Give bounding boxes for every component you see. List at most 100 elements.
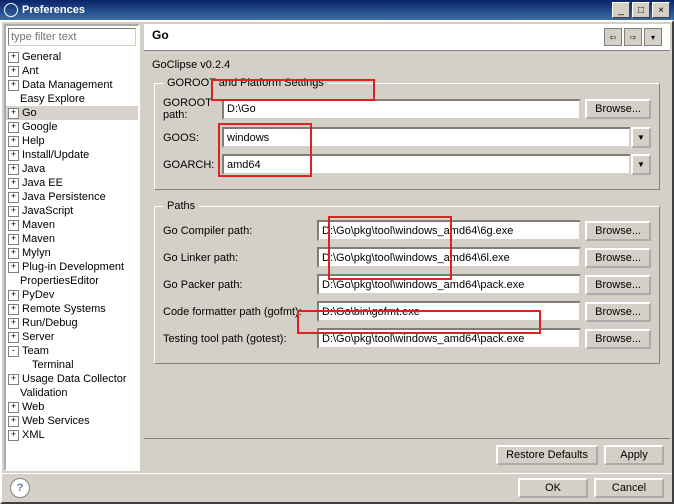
expand-icon[interactable]: + <box>8 192 19 203</box>
tree-label: Ant <box>22 65 39 77</box>
tree-node-remote-systems[interactable]: +Remote Systems <box>6 302 138 316</box>
expand-icon[interactable]: + <box>8 220 19 231</box>
preferences-tree[interactable]: +General+Ant+Data ManagementEasy Explore… <box>6 48 138 469</box>
tree-node-javascript[interactable]: +JavaScript <box>6 204 138 218</box>
gofmt-browse-button[interactable]: Browse... <box>585 302 651 322</box>
tree-node-maven[interactable]: +Maven <box>6 218 138 232</box>
expand-icon[interactable]: + <box>8 150 19 161</box>
tree-node-team[interactable]: -Team <box>6 344 138 358</box>
gotest-input[interactable] <box>317 328 581 349</box>
expand-icon[interactable]: + <box>8 108 19 119</box>
expand-icon[interactable]: + <box>8 66 19 77</box>
expand-icon[interactable]: + <box>8 430 19 441</box>
expand-icon[interactable]: + <box>8 80 19 91</box>
tree-node-validation[interactable]: Validation <box>6 386 138 400</box>
tree-node-easy-explore[interactable]: Easy Explore <box>6 92 138 106</box>
ok-button[interactable]: OK <box>518 478 588 498</box>
linker-input[interactable] <box>317 247 581 268</box>
expand-icon[interactable]: + <box>8 164 19 175</box>
compiler-browse-button[interactable]: Browse... <box>585 221 651 241</box>
expand-icon[interactable]: - <box>8 346 19 357</box>
expand-icon[interactable]: + <box>8 374 19 385</box>
help-button[interactable]: ? <box>10 478 30 498</box>
goarch-dropdown-icon[interactable]: ▼ <box>631 154 651 175</box>
minimize-button[interactable]: _ <box>612 2 630 18</box>
tree-label: Remote Systems <box>22 303 106 315</box>
expand-icon[interactable]: + <box>8 136 19 147</box>
app-icon <box>4 3 18 17</box>
goos-select[interactable] <box>222 127 631 148</box>
expand-icon[interactable]: + <box>8 122 19 133</box>
expand-icon[interactable]: + <box>8 318 19 329</box>
expand-icon[interactable]: + <box>8 402 19 413</box>
compiler-input[interactable] <box>317 220 581 241</box>
packer-browse-button[interactable]: Browse... <box>585 275 651 295</box>
tree-node-plug-in-development[interactable]: +Plug-in Development <box>6 260 138 274</box>
filter-input[interactable] <box>8 28 136 46</box>
tree-node-server[interactable]: +Server <box>6 330 138 344</box>
tree-node-google[interactable]: +Google <box>6 120 138 134</box>
back-button[interactable]: ⇦ <box>604 28 622 46</box>
preferences-tree-panel: +General+Ant+Data ManagementEasy Explore… <box>4 24 140 471</box>
tree-node-run-debug[interactable]: +Run/Debug <box>6 316 138 330</box>
close-button[interactable]: × <box>652 2 670 18</box>
goarch-select[interactable] <box>222 154 631 175</box>
tree-node-go[interactable]: +Go <box>6 106 138 120</box>
tree-node-web-services[interactable]: +Web Services <box>6 414 138 428</box>
tree-node-web[interactable]: +Web <box>6 400 138 414</box>
maximize-button[interactable]: □ <box>632 2 650 18</box>
paths-legend: Paths <box>163 200 199 212</box>
forward-button[interactable]: ⇨ <box>624 28 642 46</box>
gotest-browse-button[interactable]: Browse... <box>585 329 651 349</box>
tree-node-pydev[interactable]: +PyDev <box>6 288 138 302</box>
expand-icon[interactable]: + <box>8 304 19 315</box>
tree-label: Validation <box>20 387 68 399</box>
tree-node-data-management[interactable]: +Data Management <box>6 78 138 92</box>
tree-node-xml[interactable]: +XML <box>6 428 138 442</box>
tree-node-mylyn[interactable]: +Mylyn <box>6 246 138 260</box>
tree-node-help[interactable]: +Help <box>6 134 138 148</box>
linker-browse-button[interactable]: Browse... <box>585 248 651 268</box>
tree-node-propertieseditor[interactable]: PropertiesEditor <box>6 274 138 288</box>
expand-icon <box>8 95 17 104</box>
cancel-button[interactable]: Cancel <box>594 478 664 498</box>
version-label: GoClipse v0.2.4 <box>152 59 662 71</box>
tree-label: Plug-in Development <box>22 261 124 273</box>
expand-icon[interactable]: + <box>8 290 19 301</box>
gofmt-label: Code formatter path (gofmt): <box>163 306 313 318</box>
tree-label: Google <box>22 121 57 133</box>
tree-node-maven[interactable]: +Maven <box>6 232 138 246</box>
tree-node-java[interactable]: +Java <box>6 162 138 176</box>
tree-node-install-update[interactable]: +Install/Update <box>6 148 138 162</box>
packer-input[interactable] <box>317 274 581 295</box>
tree-node-java-persistence[interactable]: +Java Persistence <box>6 190 138 204</box>
expand-icon[interactable]: + <box>8 332 19 343</box>
tree-node-usage-data-collector[interactable]: +Usage Data Collector <box>6 372 138 386</box>
title-bar: Preferences _ □ × <box>0 0 674 20</box>
expand-icon[interactable]: + <box>8 234 19 245</box>
expand-icon[interactable]: + <box>8 262 19 273</box>
goos-dropdown-icon[interactable]: ▼ <box>631 127 651 148</box>
goroot-browse-button[interactable]: Browse... <box>585 99 651 119</box>
gofmt-input[interactable] <box>317 301 581 322</box>
tree-label: Easy Explore <box>20 93 85 105</box>
tree-label: Install/Update <box>22 149 89 161</box>
expand-icon[interactable]: + <box>8 178 19 189</box>
tree-node-java-ee[interactable]: +Java EE <box>6 176 138 190</box>
tree-label: Run/Debug <box>22 317 78 329</box>
tree-node-terminal[interactable]: Terminal <box>6 358 138 372</box>
expand-icon[interactable]: + <box>8 206 19 217</box>
goarch-label: GOARCH: <box>163 159 218 171</box>
apply-button[interactable]: Apply <box>604 445 664 465</box>
tree-node-general[interactable]: +General <box>6 50 138 64</box>
tree-label: General <box>22 51 61 63</box>
tree-node-ant[interactable]: +Ant <box>6 64 138 78</box>
dialog-footer: ? OK Cancel <box>2 473 672 502</box>
expand-icon[interactable]: + <box>8 416 19 427</box>
expand-icon[interactable]: + <box>8 52 19 63</box>
menu-button[interactable]: ▾ <box>644 28 662 46</box>
tree-label: Maven <box>22 219 55 231</box>
expand-icon[interactable]: + <box>8 248 19 259</box>
goroot-input[interactable] <box>222 99 581 120</box>
restore-defaults-button[interactable]: Restore Defaults <box>496 445 598 465</box>
